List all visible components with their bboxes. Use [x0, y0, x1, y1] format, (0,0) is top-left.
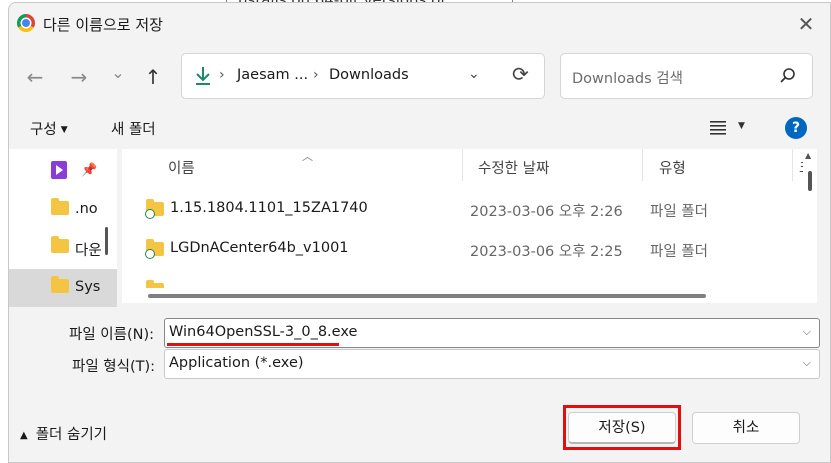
filetype-value: Application (*.exe): [169, 355, 304, 371]
sidebar-item-label: .no: [75, 201, 98, 217]
help-icon[interactable]: ?: [785, 117, 807, 139]
close-button[interactable]: ✕: [792, 12, 820, 38]
download-icon: [196, 67, 210, 85]
file-date: 2023-03-06 오후 2:26: [470, 204, 623, 220]
highlight-underline: [167, 343, 339, 346]
save-as-dialog: 다른 이름으로 저장 ✕ ← → ⌄ ↑ › Jaesam ... › Down…: [8, 2, 831, 463]
chevron-down-icon: ▼: [60, 125, 68, 135]
file-type: 파일 폴더: [650, 204, 708, 220]
new-folder-button[interactable]: 새 폴더: [111, 118, 156, 139]
view-options-dropdown[interactable]: ▼: [738, 121, 745, 131]
navigation-bar: ← → ⌄ ↑ › Jaesam ... › Downloads ⌄ ⟳ Dow…: [9, 47, 830, 107]
filename-field[interactable]: Win64OpenSSL-3_0_8.exe ⌵: [164, 318, 820, 348]
address-bar[interactable]: › Jaesam ... › Downloads ⌄ ⟳: [181, 53, 545, 99]
up-folder-button[interactable]: ↑: [139, 63, 167, 91]
vertical-scrollbar[interactable]: ▲: [803, 149, 817, 303]
sidebar-item-folder[interactable]: .no: [9, 191, 117, 229]
file-name: 1.15.1804.1101_15ZA1740: [170, 200, 368, 216]
sidebar-item-downloads[interactable]: 다운: [9, 229, 117, 267]
chevron-up-icon: ▲: [20, 430, 28, 441]
file-type: 파일 폴더: [650, 244, 708, 260]
column-divider[interactable]: [462, 149, 463, 181]
cancel-button[interactable]: 취소: [692, 412, 800, 444]
column-divider[interactable]: [642, 149, 643, 181]
sidebar-item-label: 다운: [75, 243, 101, 259]
search-box[interactable]: Downloads 검색: [560, 53, 813, 99]
sidebar-item-system[interactable]: Sys: [9, 269, 117, 307]
column-header-date[interactable]: 수정한 날짜: [478, 157, 549, 189]
sidebar-item-label: Sys: [75, 279, 101, 295]
file-name: LGDnACenter64b_v1001: [170, 240, 349, 256]
recent-locations-button[interactable]: ⌄: [104, 59, 132, 87]
address-history-dropdown[interactable]: ⌄: [468, 66, 480, 82]
breadcrumb-separator: ›: [219, 67, 225, 83]
navigation-pane: 📌 .no 다운 Sys: [9, 149, 117, 307]
column-divider[interactable]: [792, 149, 793, 181]
save-button[interactable]: 저장(S): [568, 412, 676, 444]
chevron-down-icon[interactable]: ⌵: [803, 325, 811, 339]
view-options-icon[interactable]: [710, 119, 726, 135]
forward-button[interactable]: →: [65, 63, 93, 91]
file-date: 2023-03-06 오후 2:25: [470, 244, 623, 260]
file-row[interactable]: LGDnACenter64b_v1001 2023-03-06 오후 2:25 …: [122, 229, 803, 269]
sync-status-icon: [145, 249, 155, 259]
pin-icon: 📌: [81, 163, 98, 178]
folder-icon: [51, 198, 69, 215]
dialog-title: 다른 이름으로 저장: [43, 16, 163, 34]
breadcrumb-item-downloads[interactable]: Downloads: [329, 67, 409, 83]
file-row[interactable]: 1.15.1804.1101_15ZA1740 2023-03-06 오후 2:…: [122, 189, 803, 229]
hide-folders-toggle[interactable]: ▲ 폴더 숨기기: [20, 423, 107, 444]
vertical-scrollbar-thumb[interactable]: [808, 171, 812, 191]
organize-label: 구성: [30, 122, 57, 138]
hide-folders-label: 폴더 숨기기: [35, 427, 108, 443]
breadcrumb-item-user[interactable]: Jaesam ...: [237, 67, 308, 83]
refresh-icon[interactable]: ⟳: [512, 62, 529, 86]
sort-ascending-icon: ︿: [302, 150, 313, 163]
sidebar-scrollbar[interactable]: [105, 227, 108, 255]
organize-button[interactable]: 구성 ▼: [30, 118, 68, 139]
scroll-up-icon[interactable]: ▲: [805, 151, 811, 160]
filetype-label: 파일 형식(T):: [72, 359, 156, 375]
download-folder-icon: [51, 236, 69, 253]
search-input[interactable]: Downloads 검색: [572, 67, 683, 88]
title-bar: 다른 이름으로 저장 ✕: [9, 3, 830, 45]
chrome-icon: [17, 14, 35, 32]
file-list: ︿ 이름 수정한 날짜 유형 크 1.15.1804.1101_15ZA1740…: [122, 149, 803, 303]
back-button[interactable]: ←: [21, 63, 49, 91]
horizontal-scrollbar-thumb[interactable]: [148, 294, 706, 298]
column-header-type[interactable]: 유형: [659, 157, 686, 189]
command-bar: 구성 ▼ 새 폴더 ▼ ?: [9, 109, 830, 147]
column-header-name[interactable]: 이름: [168, 157, 195, 189]
sidebar-item-videos[interactable]: 📌: [9, 151, 117, 189]
folder-icon: [51, 276, 69, 293]
filename-label: 파일 이름(N):: [69, 327, 155, 343]
sync-status-icon: [145, 209, 155, 219]
search-icon[interactable]: [778, 66, 798, 86]
filename-input[interactable]: Win64OpenSSL-3_0_8.exe: [169, 324, 357, 340]
filetype-select[interactable]: Application (*.exe) ⌵: [164, 349, 820, 379]
chevron-down-icon[interactable]: ⌵: [803, 356, 811, 370]
breadcrumb-separator[interactable]: ›: [313, 67, 319, 83]
video-icon: [51, 161, 67, 179]
